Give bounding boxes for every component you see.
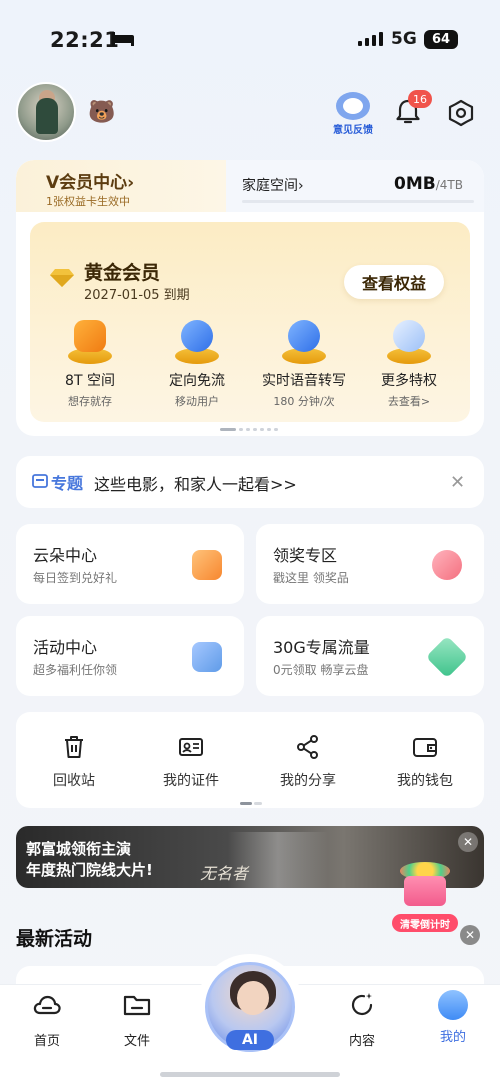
recycle-bin-button[interactable]: 回收站 xyxy=(24,734,124,790)
tool-label: 我的分享 xyxy=(280,773,336,789)
close-icon[interactable]: ✕ xyxy=(460,925,480,945)
storage-usage: 0MB/4TB xyxy=(394,174,463,194)
perk-voice-transcribe[interactable]: 实时语音转写 180 分钟/次 xyxy=(252,320,356,409)
view-rights-button[interactable]: 查看权益 xyxy=(344,265,444,299)
carousel-dots xyxy=(220,428,278,431)
diamond-icon xyxy=(50,269,74,287)
microphone-icon xyxy=(282,320,326,364)
perk-sub: 180 分钟/次 xyxy=(273,395,335,408)
nav-label: 首页 xyxy=(33,1034,60,1049)
my-shares-button[interactable]: 我的分享 xyxy=(258,734,358,790)
cloud-home-icon xyxy=(33,995,61,1015)
countdown-badge[interactable]: 清零倒计时 xyxy=(392,914,458,932)
section-title: 最新活动 xyxy=(16,928,93,950)
card-sub: 戳这里 领奖品 xyxy=(273,571,349,585)
trash-icon xyxy=(65,736,83,758)
card-sub: 超多福利任你领 xyxy=(33,663,118,677)
flower-icon xyxy=(432,550,462,580)
card-title: 云朵中心 xyxy=(33,546,98,565)
wifi-icon xyxy=(175,320,219,364)
mine-icon xyxy=(438,990,468,1020)
perk-sub: 移动用户 xyxy=(175,395,219,408)
perk-sub: 去查看> xyxy=(387,395,431,408)
calendar-check-icon xyxy=(192,550,222,580)
ai-label[interactable]: AI xyxy=(226,1030,274,1050)
member-expiry: 2027-01-05 到期 xyxy=(84,288,190,303)
nav-content[interactable]: 内容 xyxy=(327,990,397,1049)
movie-logo: 无名者 xyxy=(200,864,249,883)
notification-badge: 16 xyxy=(408,90,432,108)
home-indicator xyxy=(160,1072,340,1077)
id-card-icon xyxy=(179,738,203,756)
bear-icon[interactable]: 🐻 xyxy=(88,100,115,125)
nav-label: 我的 xyxy=(439,1030,466,1045)
perk-title: 定向免流 xyxy=(169,373,225,389)
feedback-mascot-icon xyxy=(336,92,370,120)
member-tier: 黄金会员 xyxy=(84,262,161,284)
card-sub: 每日签到兑好礼 xyxy=(33,571,118,585)
nav-mine[interactable]: 我的 xyxy=(418,990,488,1045)
card-sub: 0元领取 畅享云盘 xyxy=(273,663,369,677)
tools-page-indicator xyxy=(240,802,262,805)
feedback-button[interactable]: 意见反馈 xyxy=(330,92,376,136)
signal-icon xyxy=(358,32,383,46)
my-documents-button[interactable]: 我的证件 xyxy=(141,734,241,790)
perk-sub: 想存就存 xyxy=(68,395,112,408)
storage-box-icon xyxy=(68,320,112,364)
network-type: 5G xyxy=(391,29,417,49)
refresh-sparkle-icon xyxy=(351,993,373,1016)
topic-icon xyxy=(32,474,48,488)
wallet-icon xyxy=(413,738,437,757)
tool-label: 回收站 xyxy=(53,773,95,789)
close-icon[interactable]: ✕ xyxy=(458,832,478,852)
tool-label: 我的钱包 xyxy=(397,773,453,789)
share-icon xyxy=(297,735,318,759)
topic-tag: 专题 xyxy=(51,474,84,493)
nav-label: 文件 xyxy=(123,1034,150,1049)
nav-label: 内容 xyxy=(348,1034,375,1049)
tool-label: 我的证件 xyxy=(163,773,219,789)
close-icon[interactable]: ✕ xyxy=(450,472,465,493)
avatar[interactable] xyxy=(16,82,76,142)
perk-8t-space[interactable]: 8T 空间 想存就存 xyxy=(38,320,142,409)
folder-icon xyxy=(123,995,151,1016)
storage-progress-track xyxy=(242,200,474,203)
banner-line-1: 郭富城领衔主演 xyxy=(26,840,132,858)
card-title: 30G专属流量 xyxy=(273,638,370,657)
banner-line-2: 年度热门院线大片! xyxy=(26,861,153,879)
feedback-label: 意见反馈 xyxy=(333,125,373,136)
cloud-icon xyxy=(387,320,431,364)
card-title: 领奖专区 xyxy=(273,546,338,565)
perk-title: 8T 空间 xyxy=(65,373,115,389)
gear-icon[interactable] xyxy=(446,98,476,128)
family-space-title[interactable]: 家庭空间› xyxy=(242,175,304,195)
vip-center-title[interactable]: V会员中心› xyxy=(46,168,134,193)
clock-document-icon xyxy=(192,642,222,672)
gift-bag-icon[interactable] xyxy=(392,862,456,914)
battery-indicator: 64 xyxy=(424,30,458,49)
card-title: 活动中心 xyxy=(33,638,98,657)
perk-more[interactable]: 更多特权 去查看> xyxy=(357,320,461,409)
topic-text[interactable]: 这些电影，和家人一起看>> xyxy=(94,471,297,495)
status-time: 22:21 xyxy=(50,28,120,52)
my-wallet-button[interactable]: 我的钱包 xyxy=(375,734,475,790)
perk-title: 实时语音转写 xyxy=(262,373,346,389)
nav-home[interactable]: 首页 xyxy=(12,990,82,1049)
perk-free-traffic[interactable]: 定向免流 移动用户 xyxy=(145,320,249,409)
nav-files[interactable]: 文件 xyxy=(102,990,172,1049)
vip-sub-text: 1张权益卡生效中 xyxy=(46,195,130,208)
perk-title: 更多特权 xyxy=(381,373,437,389)
bed-icon xyxy=(112,32,134,46)
